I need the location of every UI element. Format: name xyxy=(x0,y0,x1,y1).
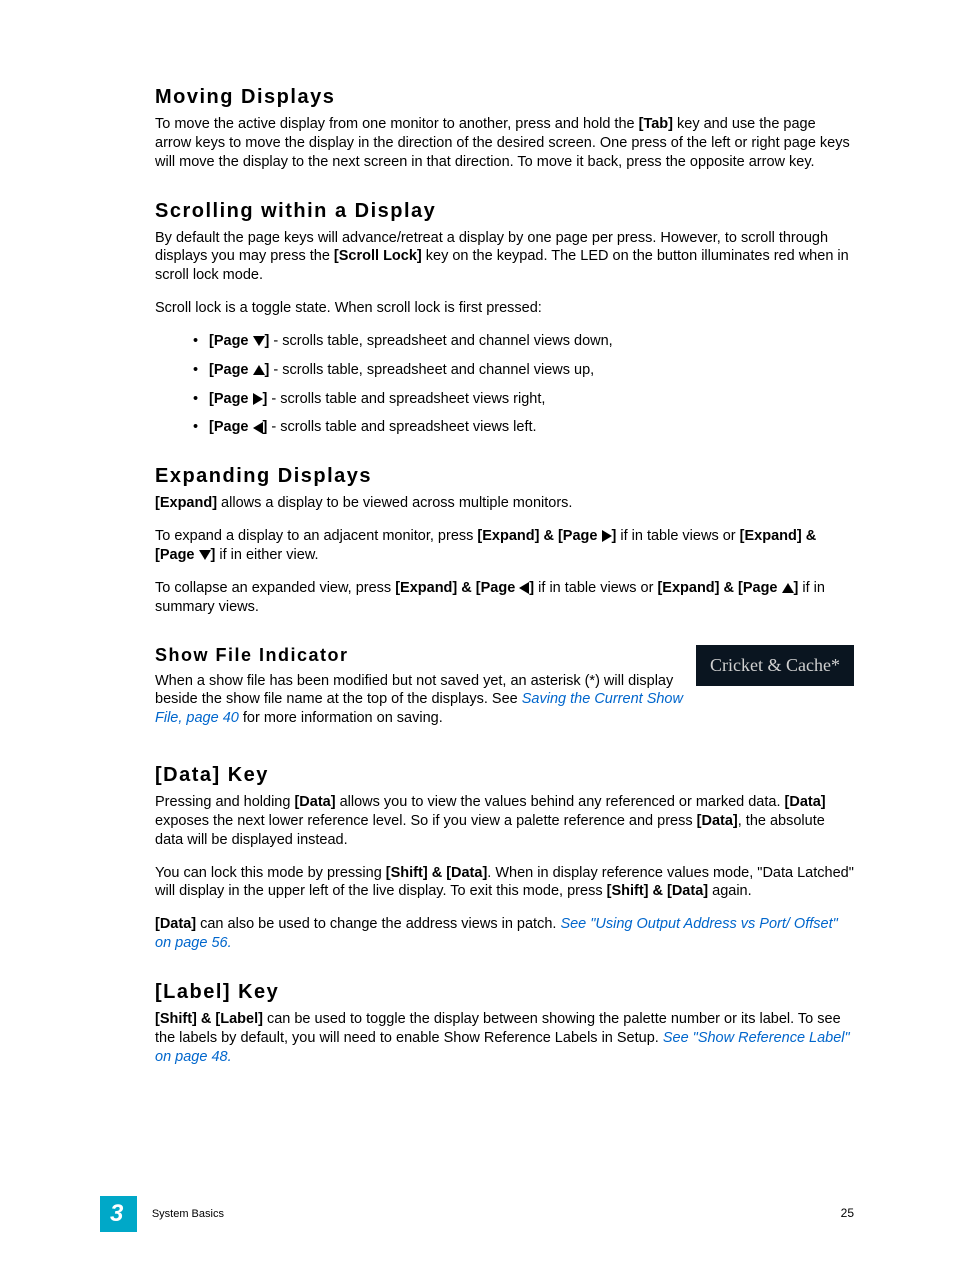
arrow-right-icon xyxy=(253,393,263,405)
text: if in either view. xyxy=(215,547,318,563)
section-scrolling: Scrolling within a Display By default th… xyxy=(155,200,854,438)
key-page-right: [Page ] xyxy=(209,391,267,407)
text: To collapse an expanded view, press xyxy=(155,580,395,596)
text: - scrolls table, spreadsheet and channel… xyxy=(269,362,594,378)
list-item: [Page ] - scrolls table, spreadsheet and… xyxy=(209,332,854,351)
paragraph: Scroll lock is a toggle state. When scro… xyxy=(155,299,854,318)
text: exposes the next lower reference level. … xyxy=(155,813,697,829)
paragraph: You can lock this mode by pressing [Shif… xyxy=(155,864,854,902)
page-footer: 3 System Basics 25 xyxy=(0,1196,954,1232)
text: - scrolls table, spreadsheet and channel… xyxy=(269,333,612,349)
text: To move the active display from one moni… xyxy=(155,116,639,132)
chapter-title: System Basics xyxy=(152,1208,224,1220)
key-data: [Data] xyxy=(785,794,826,810)
section-label-key: [Label] Key [Shift] & [Label] can be use… xyxy=(155,981,854,1067)
arrow-down-icon xyxy=(253,336,265,346)
paragraph: To expand a display to an adjacent monit… xyxy=(155,527,854,565)
section-expanding: Expanding Displays [Expand] allows a dis… xyxy=(155,465,854,616)
text: for more information on saving. xyxy=(239,710,443,726)
heading-data-key: [Data] Key xyxy=(155,764,854,787)
text: allows a display to be viewed across mul… xyxy=(217,495,572,511)
key-expand-page-left: [Expand] & [Page ] xyxy=(395,580,534,596)
text: allows you to view the values behind any… xyxy=(336,794,785,810)
paragraph: By default the page keys will advance/re… xyxy=(155,229,854,286)
key-data: [Data] xyxy=(294,794,335,810)
key-data: [Data] xyxy=(697,813,738,829)
heading-label-key: [Label] Key xyxy=(155,981,854,1004)
arrow-left-icon xyxy=(519,582,529,594)
show-file-indicator-badge: Cricket & Cache* xyxy=(696,645,854,686)
key-data: [Data] xyxy=(155,916,196,932)
paragraph: [Data] can also be used to change the ad… xyxy=(155,915,854,953)
key-page-up: [Page ] xyxy=(209,362,269,378)
section-show-file-indicator: Cricket & Cache* Show File Indicator Whe… xyxy=(155,645,854,743)
paragraph: [Expand] allows a display to be viewed a… xyxy=(155,494,854,513)
text: To expand a display to an adjacent monit… xyxy=(155,528,477,544)
section-moving-displays: Moving Displays To move the active displ… xyxy=(155,86,854,172)
text: You can lock this mode by pressing xyxy=(155,865,386,881)
heading-moving-displays: Moving Displays xyxy=(155,86,854,109)
key-expand-page-right: [Expand] & [Page ] xyxy=(477,528,616,544)
text: can also be used to change the address v… xyxy=(196,916,560,932)
text: Pressing and holding xyxy=(155,794,294,810)
arrow-up-icon xyxy=(253,365,265,375)
section-data-key: [Data] Key Pressing and holding [Data] a… xyxy=(155,764,854,953)
arrow-left-icon xyxy=(253,422,263,434)
text: if in table views or xyxy=(616,528,739,544)
text: - scrolls table and spreadsheet views le… xyxy=(267,419,536,435)
list-item: [Page ] - scrolls table and spreadsheet … xyxy=(209,418,854,437)
heading-scrolling: Scrolling within a Display xyxy=(155,200,854,223)
key-shift-label: [Shift] & [Label] xyxy=(155,1011,263,1027)
scroll-list: [Page ] - scrolls table, spreadsheet and… xyxy=(155,332,854,437)
list-item: [Page ] - scrolls table, spreadsheet and… xyxy=(209,361,854,380)
paragraph: Pressing and holding [Data] allows you t… xyxy=(155,793,854,850)
heading-expanding: Expanding Displays xyxy=(155,465,854,488)
arrow-right-icon xyxy=(602,530,612,542)
list-item: [Page ] - scrolls table and spreadsheet … xyxy=(209,390,854,409)
text: - scrolls table and spreadsheet views ri… xyxy=(267,391,545,407)
key-page-down: [Page ] xyxy=(209,333,269,349)
key-expand: [Expand] xyxy=(155,495,217,511)
paragraph: To move the active display from one moni… xyxy=(155,115,854,172)
key-expand-page-up: [Expand] & [Page ] xyxy=(657,580,798,596)
paragraph: [Shift] & [Label] can be used to toggle … xyxy=(155,1010,854,1067)
key-tab: [Tab] xyxy=(639,116,673,132)
chapter-badge: 3 xyxy=(100,1196,137,1232)
page-number: 25 xyxy=(841,1206,854,1220)
text: if in table views or xyxy=(534,580,657,596)
key-shift-data: [Shift] & [Data] xyxy=(607,883,709,899)
paragraph: To collapse an expanded view, press [Exp… xyxy=(155,579,854,617)
key-page-left: [Page ] xyxy=(209,419,267,435)
text: again. xyxy=(708,883,752,899)
key-scroll-lock: [Scroll Lock] xyxy=(334,248,422,264)
arrow-down-icon xyxy=(199,550,211,560)
arrow-up-icon xyxy=(782,583,794,593)
key-shift-data: [Shift] & [Data] xyxy=(386,865,488,881)
